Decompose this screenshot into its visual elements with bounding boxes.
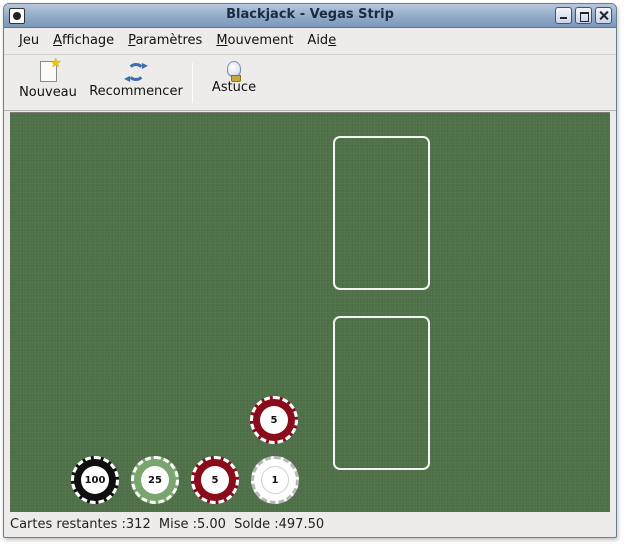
new-document-icon bbox=[39, 56, 61, 82]
window-title: Blackjack - Vegas Strip bbox=[226, 7, 394, 22]
window-controls bbox=[555, 7, 612, 24]
menu-parametres[interactable]: Paramètres bbox=[121, 29, 209, 53]
toolbar: Nouveau Recommencer Astuce bbox=[4, 54, 616, 111]
new-game-button[interactable]: Nouveau bbox=[18, 56, 78, 100]
menu-affichage-mnemonic: A bbox=[53, 33, 62, 48]
maximize-button[interactable] bbox=[575, 7, 592, 24]
chip-100[interactable]: 100 bbox=[71, 456, 119, 504]
cards-remaining-status: Cartes restantes :312 bbox=[10, 517, 151, 532]
bet-status: Mise :5.00 bbox=[158, 517, 226, 532]
menu-aide-label-start: Aid bbox=[307, 33, 329, 48]
chip-1[interactable]: 1 bbox=[251, 456, 299, 504]
bet-chip[interactable]: 5 bbox=[250, 396, 298, 444]
chip-1-value: 1 bbox=[261, 466, 289, 494]
toolbar-separator bbox=[192, 63, 193, 103]
menu-jeu[interactable]: Jeu bbox=[12, 29, 46, 53]
title-bar[interactable]: Blackjack - Vegas Strip bbox=[4, 4, 616, 28]
refresh-icon bbox=[124, 61, 148, 83]
player-card-slot bbox=[333, 316, 430, 470]
menu-affichage[interactable]: Affichage bbox=[46, 29, 121, 53]
app-window: Blackjack - Vegas Strip Jeu Affichage Pa… bbox=[3, 3, 617, 538]
menu-mouvement[interactable]: Mouvement bbox=[209, 29, 300, 53]
chip-5[interactable]: 5 bbox=[191, 456, 239, 504]
dealer-card-slot bbox=[333, 136, 430, 290]
close-button[interactable] bbox=[595, 7, 612, 24]
minimize-button[interactable] bbox=[555, 7, 572, 24]
hint-button[interactable]: Astuce bbox=[206, 61, 262, 95]
balance-status: Solde :497.50 bbox=[234, 517, 325, 532]
game-table[interactable]: 5 100 25 5 1 bbox=[10, 112, 610, 512]
lightbulb-icon bbox=[227, 61, 241, 82]
restart-label: Recommencer bbox=[89, 84, 183, 99]
menu-parametres-label: aramètres bbox=[135, 33, 203, 48]
hint-label: Astuce bbox=[211, 80, 257, 95]
menu-mouvement-mnemonic: M bbox=[216, 33, 228, 48]
menu-aide-mnemonic: e bbox=[328, 33, 337, 48]
chip-5-value: 5 bbox=[201, 466, 229, 494]
restart-button[interactable]: Recommencer bbox=[87, 61, 185, 99]
menu-affichage-label: ffichage bbox=[62, 33, 115, 48]
menu-mouvement-label: ouvement bbox=[227, 33, 294, 48]
chip-25[interactable]: 25 bbox=[131, 456, 179, 504]
new-game-label: Nouveau bbox=[19, 85, 77, 100]
menu-jeu-label: eu bbox=[22, 33, 40, 48]
menu-aide[interactable]: Aide bbox=[300, 29, 343, 53]
status-bar: Cartes restantes :312 Mise :5.00 Solde :… bbox=[4, 513, 616, 537]
menu-bar: Jeu Affichage Paramètres Mouvement Aide bbox=[4, 29, 616, 53]
chip-100-value: 100 bbox=[81, 466, 109, 494]
chip-25-value: 25 bbox=[141, 466, 169, 494]
bet-chip-value: 5 bbox=[260, 406, 288, 434]
